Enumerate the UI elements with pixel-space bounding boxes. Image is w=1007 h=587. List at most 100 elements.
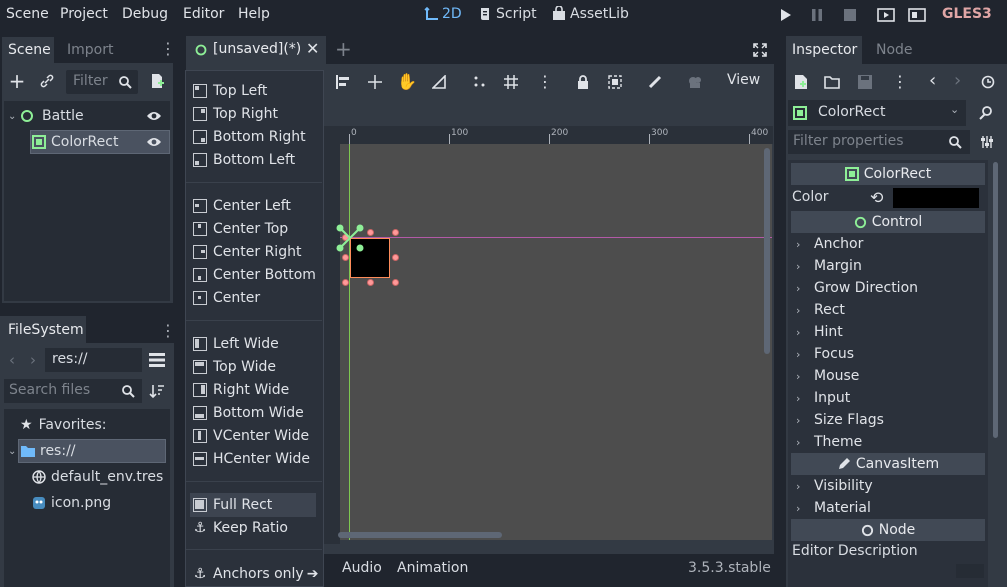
back-arrow-icon[interactable]: ‹ xyxy=(9,351,15,369)
anchor-center-left[interactable]: Center Left xyxy=(193,195,291,217)
play-custom-scene-icon[interactable] xyxy=(907,6,927,24)
bottom-tab-audio[interactable]: Audio xyxy=(342,560,382,576)
visibility-eye-icon[interactable] xyxy=(145,108,163,124)
anchor-hcenter-wide[interactable]: HCenter Wide xyxy=(193,448,310,470)
editor-description-field[interactable] xyxy=(956,564,984,578)
path-field[interactable]: res:// xyxy=(45,348,142,372)
align-icon[interactable] xyxy=(334,73,352,91)
anchor-bottom-right[interactable]: Bottom Right xyxy=(193,126,306,148)
property-material[interactable]: › Material xyxy=(792,497,871,519)
keep-ratio[interactable]: ⚓ Keep Ratio xyxy=(193,517,288,539)
play-scene-icon[interactable] xyxy=(876,6,896,24)
stop-icon[interactable] xyxy=(842,7,858,23)
property-anchor[interactable]: › Anchor xyxy=(792,233,863,255)
resize-handle[interactable] xyxy=(392,254,399,261)
menu-scene[interactable]: Scene xyxy=(6,6,49,22)
view-menu[interactable]: View xyxy=(727,72,760,88)
split-view-icon[interactable] xyxy=(148,352,166,368)
anchor-full-rect[interactable]: Full Rect xyxy=(193,494,272,516)
renderer-selector[interactable]: GLES3 xyxy=(942,6,992,22)
tree-item-battle[interactable]: ⌄ Battle xyxy=(8,104,84,128)
anchor-center[interactable]: Center xyxy=(193,287,260,309)
canvas-viewport[interactable] xyxy=(340,144,772,540)
anchor-top-left[interactable]: Top Left xyxy=(193,80,267,102)
object-selector[interactable]: ColorRect ⌄ xyxy=(788,100,966,126)
canvas-vscrollbar[interactable] xyxy=(764,148,770,354)
property-input[interactable]: › Input xyxy=(792,387,850,409)
section-control[interactable]: Control xyxy=(791,211,985,233)
anchor-left-wide[interactable]: Left Wide xyxy=(193,333,279,355)
forward-arrow-icon[interactable]: › xyxy=(30,351,36,369)
pause-icon[interactable] xyxy=(809,7,825,23)
link-icon[interactable] xyxy=(38,72,56,90)
close-icon[interactable]: ✕ xyxy=(306,39,319,58)
color-picker-button[interactable] xyxy=(893,188,979,208)
bottom-tab-animation[interactable]: Animation xyxy=(397,560,468,576)
resize-handle[interactable] xyxy=(367,279,374,286)
instance-scene-icon[interactable] xyxy=(148,72,166,90)
menu-project[interactable]: Project xyxy=(60,6,108,22)
canvas-hscrollbar[interactable] xyxy=(338,532,502,538)
resize-handle[interactable] xyxy=(342,254,349,261)
smart-snap-icon[interactable] xyxy=(471,73,489,91)
group-icon[interactable] xyxy=(606,73,624,91)
file-item-res[interactable]: ⌄ res:// xyxy=(8,439,76,463)
grid-snap-icon[interactable] xyxy=(502,73,520,91)
history-forward-icon[interactable]: › xyxy=(954,70,961,91)
resize-handle[interactable] xyxy=(367,229,374,236)
play-icon[interactable] xyxy=(778,7,794,23)
resize-handle[interactable] xyxy=(392,229,399,236)
dock-menu-icon[interactable]: ⋮ xyxy=(160,321,176,340)
history-back-icon[interactable]: ‹ xyxy=(929,70,936,91)
property-hint[interactable]: › Hint xyxy=(792,321,843,343)
property-rect[interactable]: › Rect xyxy=(792,299,845,321)
tree-item-colorrect[interactable]: ColorRect xyxy=(32,130,118,154)
skeleton-icon[interactable] xyxy=(646,73,664,91)
camera-override-icon[interactable] xyxy=(686,73,704,91)
anchor-vcenter-wide[interactable]: VCenter Wide xyxy=(193,425,309,447)
tab-import[interactable]: Import xyxy=(67,38,113,62)
menu-help[interactable]: Help xyxy=(238,6,270,22)
add-node-icon[interactable]: + xyxy=(8,69,26,93)
pan-hand-icon[interactable]: ✋ xyxy=(397,72,417,91)
favorites-row[interactable]: ★ Favorites: xyxy=(20,413,107,437)
node-tools-icon[interactable] xyxy=(976,104,996,122)
workspace-script[interactable]: Script xyxy=(477,6,537,22)
anchor-top-wide[interactable]: Top Wide xyxy=(193,356,276,378)
anchor-top-right[interactable]: Top Right xyxy=(193,103,278,125)
sort-icon[interactable] xyxy=(148,382,166,400)
property-margin[interactable]: › Margin xyxy=(792,255,862,277)
inspector-scrollbar[interactable] xyxy=(993,162,998,438)
menu-debug[interactable]: Debug xyxy=(122,6,168,22)
new-tab-icon[interactable]: + xyxy=(335,37,352,61)
property-sort-icon[interactable] xyxy=(978,133,996,151)
resize-handle[interactable] xyxy=(392,279,399,286)
anchor-gizmo-icon[interactable] xyxy=(334,222,366,254)
anchor-center-right[interactable]: Center Right xyxy=(193,241,301,263)
lock-icon[interactable] xyxy=(574,73,592,91)
new-resource-icon[interactable] xyxy=(792,73,810,91)
open-folder-icon[interactable] xyxy=(823,73,841,91)
anchor-center-bottom[interactable]: Center Bottom xyxy=(193,264,316,286)
anchor-right-wide[interactable]: Right Wide xyxy=(193,379,289,401)
section-node[interactable]: Node xyxy=(791,519,985,541)
revert-icon[interactable]: ⟲ xyxy=(870,188,883,207)
workspace-assetlib[interactable]: AssetLib xyxy=(551,6,629,22)
property-visibility[interactable]: › Visibility xyxy=(792,475,873,497)
save-icon[interactable] xyxy=(856,73,874,91)
search-files-input[interactable]: Search files xyxy=(4,379,142,403)
ruler-icon[interactable] xyxy=(430,73,448,91)
visibility-eye-icon[interactable] xyxy=(145,134,163,150)
anchor-bottom-wide[interactable]: Bottom Wide xyxy=(193,402,304,424)
section-canvasitem[interactable]: CanvasItem xyxy=(791,453,985,475)
workspace-2d[interactable]: 2D xyxy=(424,6,462,22)
tab-scene-unsaved[interactable]: [unsaved](*) ✕ xyxy=(186,36,326,64)
anchors-only[interactable]: ⚓ Anchors only ➔ xyxy=(193,563,319,585)
property-grow-direction[interactable]: › Grow Direction xyxy=(792,277,918,299)
property-focus[interactable]: › Focus xyxy=(792,343,854,365)
dock-menu-icon[interactable]: ⋮ xyxy=(160,41,176,57)
filter-properties-input[interactable]: Filter properties xyxy=(788,130,970,154)
property-mouse[interactable]: › Mouse xyxy=(792,365,859,387)
scene-filter-input[interactable]: Filter xyxy=(66,70,138,94)
section-colorrect[interactable]: ColorRect xyxy=(791,163,985,185)
